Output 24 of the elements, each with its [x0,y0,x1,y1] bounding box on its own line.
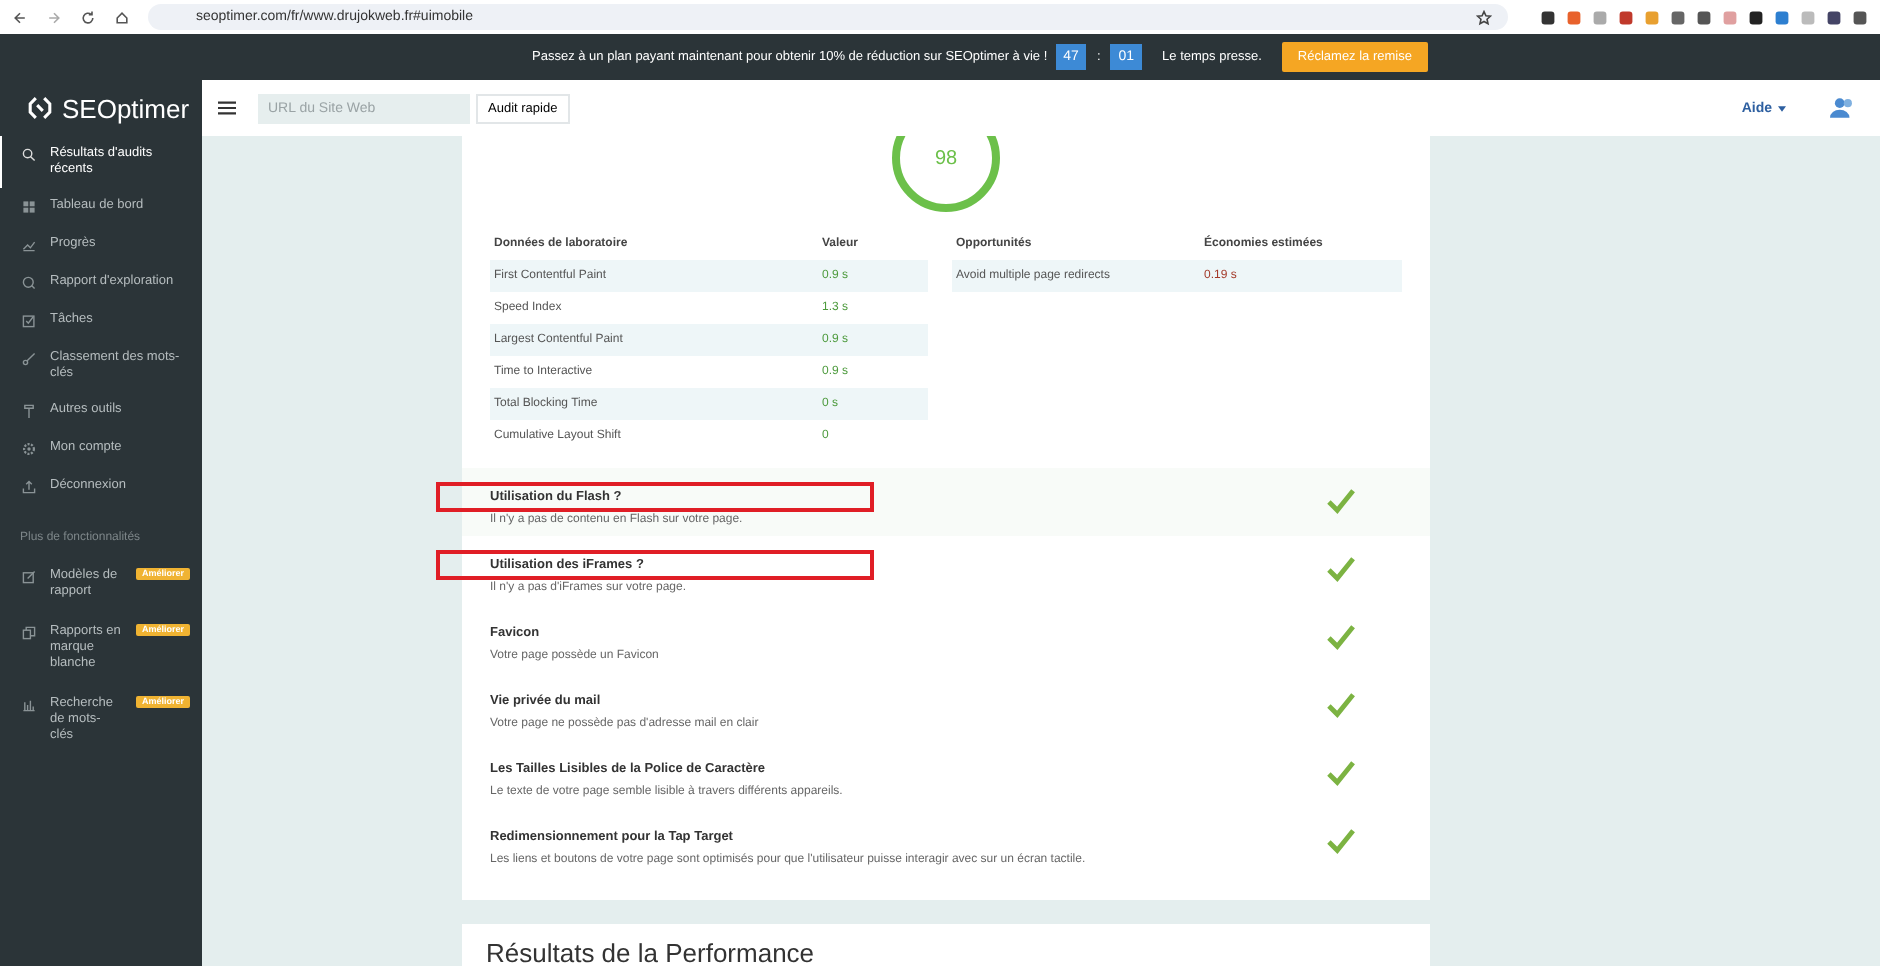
back-icon[interactable] [12,9,28,25]
logo-text: SEOptimer [62,93,190,123]
users-icon[interactable] [1830,96,1856,120]
grid-icon [22,200,36,214]
key-icon [22,352,36,366]
reload-icon[interactable] [80,9,96,25]
task-icon [22,314,36,328]
home-icon[interactable] [114,9,130,25]
tool-icon [22,404,36,418]
score-gauge [890,136,1002,212]
bars-icon [22,698,36,712]
edit-icon [22,570,36,584]
zoom-icon [22,276,36,290]
logo-icon [26,94,54,122]
copy-icon [22,626,36,640]
menu-icon[interactable] [218,100,236,116]
score-value: 98 [932,148,960,170]
gear-icon [22,442,36,456]
search-icon [22,148,36,162]
star-icon[interactable] [1476,9,1492,25]
caret-icon [1778,105,1786,111]
trend-icon [22,238,36,252]
section-title: Résultats de la Performance [486,938,817,966]
upload-icon [22,480,36,494]
